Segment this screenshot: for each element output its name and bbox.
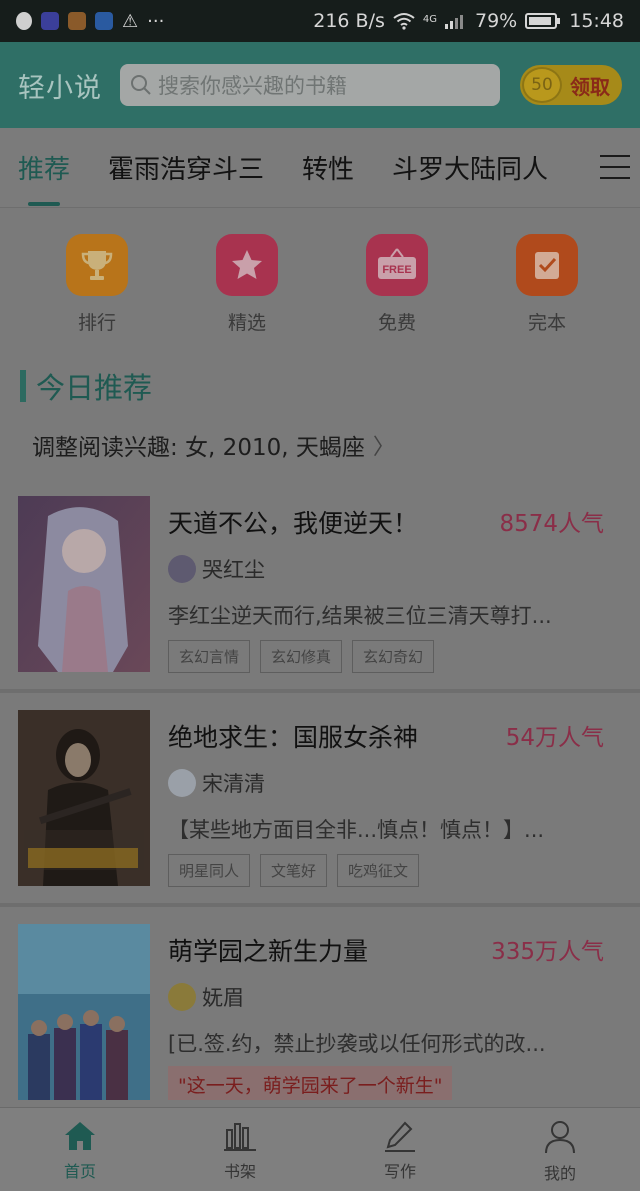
pen-icon (385, 1121, 415, 1152)
free-tag-icon: FREE (366, 234, 428, 296)
book-popularity: 335万人气 (491, 939, 604, 965)
menu-icon[interactable] (600, 155, 630, 179)
quick-entry-ranking[interactable]: 排行 (22, 218, 172, 343)
book-title: 绝地求生：国服女杀神 (168, 723, 419, 752)
book-author[interactable]: 妩眉 (168, 982, 244, 1012)
quick-entry-label: 排行 (77, 312, 116, 334)
nav-profile[interactable]: 我的 (480, 1108, 640, 1191)
wifi-icon (393, 13, 415, 30)
book-tag[interactable]: 玄幻修真 (260, 640, 343, 673)
author-avatar (168, 983, 196, 1011)
book-item[interactable]: 萌学园之新生力量 335万人气 妩眉 [已.签.约，禁止抄袭或以任何形式的改..… (0, 924, 640, 1136)
warning-icon: ⚠ (122, 10, 139, 32)
nav-write[interactable]: 写作 (320, 1108, 480, 1191)
category-tabs: 推荐 霍雨浩穿斗三 转性 斗罗大陆同人 (0, 128, 640, 208)
tab-huoyuhao[interactable]: 霍雨浩穿斗三 (108, 149, 264, 186)
book-cover (18, 496, 150, 672)
qq-icon (16, 12, 32, 30)
nav-label: 首页 (63, 1162, 96, 1181)
svg-text:FREE: FREE (382, 264, 411, 276)
book-tag[interactable]: 文笔好 (260, 854, 328, 887)
quick-entry-label: 精选 (227, 312, 266, 334)
book-popularity: 54万人气 (505, 725, 604, 751)
star-icon (216, 234, 278, 296)
book-item[interactable]: 绝地求生：国服女杀神 54万人气 宋清清 【某些地方面目全非...慎点！慎点！】… (0, 710, 640, 922)
book-tag[interactable]: 吃鸡征文 (337, 854, 420, 887)
network-type: 4G (422, 14, 437, 25)
bottom-nav: 首页 书架 写作 我的 (0, 1107, 640, 1191)
adjust-interest-link[interactable]: 调整阅读兴趣: 女, 2010, 天蝎座 〉 (32, 428, 395, 462)
book-tag[interactable]: 明星同人 (168, 854, 251, 887)
interest-text: 调整阅读兴趣: 女, 2010, 天蝎座 (32, 435, 365, 461)
author-name: 哭红尘 (202, 558, 265, 582)
quick-entry-label: 免费 (377, 312, 416, 334)
home-icon (65, 1122, 95, 1150)
book-popularity: 8574人气 (499, 511, 604, 537)
book-tags: 明星同人 文笔好 吃鸡征文 (168, 854, 420, 887)
book-author[interactable]: 哭红尘 (168, 554, 265, 584)
author-avatar (168, 555, 196, 583)
book-author[interactable]: 宋清清 (168, 768, 265, 798)
game-icon (68, 12, 86, 30)
remote-icon (95, 12, 113, 30)
divider (0, 689, 640, 693)
nav-label: 书架 (223, 1162, 256, 1181)
chevron-right-icon: 〉 (372, 435, 395, 460)
author-avatar (168, 769, 196, 797)
status-bar: ⚠ ··· 216 B/s 4G 79% 15:48 (0, 0, 640, 42)
author-name: 妩眉 (202, 986, 244, 1010)
book-tags: 玄幻言情 玄幻修真 玄幻奇幻 (168, 640, 435, 673)
reward-button[interactable]: 50 领取 (520, 65, 622, 105)
signal-icon (445, 15, 463, 29)
book-description: [已.签.约，禁止抄袭或以任何形式的改... (168, 1032, 546, 1056)
divider (0, 903, 640, 907)
quick-entries: 排行 精选 FREE 免费 完本 (0, 218, 640, 343)
app-icon (41, 12, 59, 30)
nav-label: 写作 (383, 1162, 416, 1181)
check-book-icon (516, 234, 578, 296)
quick-entry-free[interactable]: FREE 免费 (322, 218, 472, 343)
battery-percent: 79% (475, 10, 518, 32)
search-input[interactable]: 搜索你感兴趣的书籍 (120, 64, 500, 106)
author-name: 宋清清 (202, 772, 265, 796)
book-tag[interactable]: 玄幻言情 (168, 640, 251, 673)
quick-entry-featured[interactable]: 精选 (172, 218, 322, 343)
more-icon: ··· (147, 10, 165, 32)
quick-entry-label: 完本 (527, 312, 566, 334)
bookshelf-icon (224, 1123, 256, 1151)
book-item[interactable]: 天道不公，我便逆天！ 8574人气 哭红尘 李红尘逆天而行,结果被三位三清天尊打… (0, 496, 640, 708)
section-header: 今日推荐 (20, 365, 152, 407)
coin-icon: 50 (522, 67, 562, 103)
section-title: 今日推荐 (36, 371, 153, 405)
book-cover (18, 924, 150, 1100)
tab-recommend[interactable]: 推荐 (18, 149, 70, 206)
nav-label: 我的 (543, 1164, 576, 1183)
search-placeholder: 搜索你感兴趣的书籍 (158, 74, 347, 98)
search-icon (131, 75, 151, 95)
clock: 15:48 (569, 10, 624, 32)
battery-icon (525, 13, 561, 29)
coin-count: 50 (531, 75, 553, 95)
nav-bookshelf[interactable]: 书架 (160, 1108, 320, 1191)
book-cover (18, 710, 150, 886)
section-accent-bar (20, 370, 26, 402)
book-title: 萌学园之新生力量 (168, 937, 369, 966)
net-speed: 216 B/s (313, 10, 385, 32)
user-icon (545, 1121, 575, 1154)
book-title: 天道不公，我便逆天！ (168, 509, 419, 538)
app-header: 轻小说 搜索你感兴趣的书籍 50 领取 (0, 42, 640, 128)
app-logo: 轻小说 (18, 72, 102, 104)
book-tag[interactable]: 玄幻奇幻 (352, 640, 435, 673)
book-description: 【某些地方面目全非...慎点！慎点！】... (168, 818, 545, 842)
nav-home[interactable]: 首页 (0, 1108, 160, 1191)
tab-gender-swap[interactable]: 转性 (302, 149, 354, 186)
book-excerpt-badge: "这一天，萌学园来了一个新生" (168, 1066, 453, 1100)
tab-douluo[interactable]: 斗罗大陆同人 (392, 149, 548, 186)
book-description: 李红尘逆天而行,结果被三位三清天尊打... (168, 604, 552, 628)
status-left-icons: ⚠ ··· (16, 11, 164, 32)
reward-label: 领取 (570, 74, 610, 99)
quick-entry-completed[interactable]: 完本 (472, 218, 622, 343)
trophy-icon (66, 234, 128, 296)
